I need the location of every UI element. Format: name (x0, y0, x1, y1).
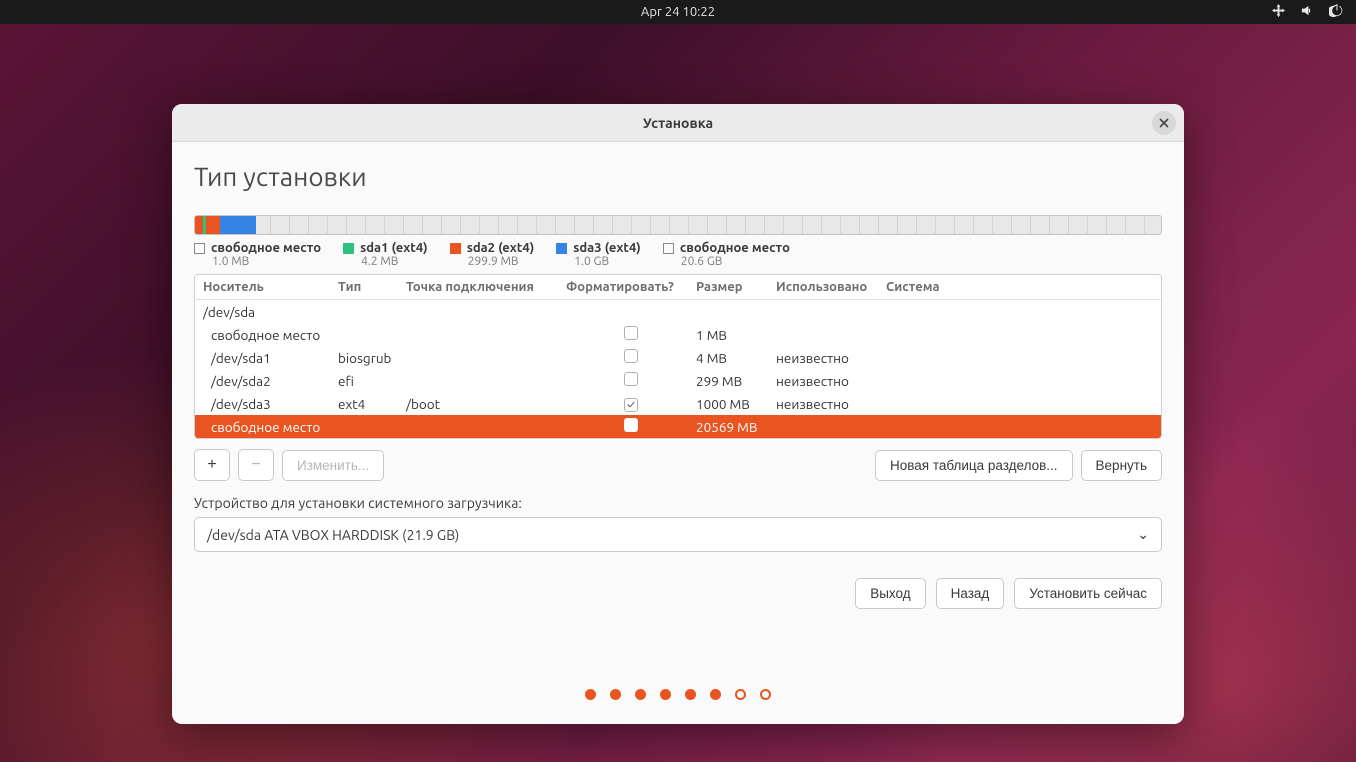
remove-partition-button[interactable]: − (238, 449, 274, 481)
table-row[interactable]: свободное место 1 MB (195, 323, 1161, 346)
bootloader-value: /dev/sda ATA VBOX HARDDISK (21.9 GB) (207, 527, 459, 543)
cell-size: 20569 MB (696, 419, 776, 435)
chevron-down-icon: ⌄ (1137, 526, 1149, 543)
table-row[interactable]: /dev/sda2 efi 299 MB неизвестно (195, 369, 1161, 392)
col-used: Использовано (776, 280, 886, 294)
col-type: Тип (338, 280, 406, 294)
legend-label: sda2 (ext4) (467, 241, 535, 255)
disk-usage-bar (194, 215, 1162, 235)
progress-dot (660, 689, 671, 700)
close-icon (1159, 118, 1169, 128)
legend-item: sda1 (ext4)4.2 MB (343, 241, 428, 268)
close-button[interactable] (1152, 111, 1176, 135)
disk-seg-sda2 (206, 216, 220, 234)
cell-size: 1000 MB (696, 396, 776, 412)
install-now-button[interactable]: Установить сейчас (1014, 578, 1162, 609)
legend-label: свободное место (211, 241, 321, 255)
network-icon[interactable] (1271, 3, 1286, 21)
progress-dot (685, 689, 696, 700)
legend-size: 20.6 GB (681, 255, 790, 268)
cell-device: свободное место (203, 327, 338, 343)
legend-swatch (663, 243, 674, 254)
power-icon[interactable] (1329, 3, 1344, 21)
legend-label: sda3 (ext4) (573, 241, 641, 255)
col-format: Форматировать? (566, 280, 696, 294)
legend-swatch (194, 243, 205, 254)
cell-format-checkbox[interactable]: ✓ (624, 395, 638, 412)
cell-type: efi (338, 373, 406, 389)
disk-seg-free1 (195, 216, 203, 234)
col-system: Система (886, 280, 1153, 294)
new-partition-table-button[interactable]: Новая таблица разделов... (875, 450, 1073, 481)
bootloader-label: Устройство для установки системного загр… (194, 495, 1162, 511)
progress-dot (635, 689, 646, 700)
progress-dot (710, 689, 721, 700)
installer-window: Установка Тип установки свободное место1… (172, 104, 1184, 724)
cell-type: ext4 (338, 396, 406, 412)
cell-size: 4 MB (696, 350, 776, 366)
cell-device: /dev/sda1 (203, 350, 338, 366)
cell-mount: /boot (406, 396, 566, 412)
gnome-topbar: Apr 24 10:22 (0, 0, 1356, 24)
cell-used: неизвестно (776, 373, 886, 389)
disk-legend: свободное место1.0 MBsda1 (ext4)4.2 MBsd… (194, 241, 1162, 268)
legend-item: свободное место1.0 MB (194, 241, 321, 268)
cell-device: /dev/sda2 (203, 373, 338, 389)
legend-swatch (556, 243, 567, 254)
progress-dot (760, 689, 771, 700)
table-header: Носитель Тип Точка подключения Форматиро… (195, 275, 1161, 300)
quit-button[interactable]: Выход (855, 578, 925, 609)
topbar-status-area[interactable] (1271, 3, 1344, 21)
bootloader-device-select[interactable]: /dev/sda ATA VBOX HARDDISK (21.9 GB) ⌄ (194, 517, 1162, 552)
col-mount: Точка подключения (406, 280, 566, 294)
legend-swatch (450, 243, 461, 254)
legend-label: sda1 (ext4) (360, 241, 428, 255)
change-partition-button[interactable]: Изменить... (282, 450, 384, 481)
legend-size: 4.2 MB (361, 255, 428, 268)
progress-dots (194, 689, 1162, 700)
legend-size: 1.0 GB (574, 255, 641, 268)
revert-button[interactable]: Вернуть (1081, 450, 1162, 481)
legend-size: 1.0 MB (212, 255, 321, 268)
cell-format-checkbox[interactable] (624, 418, 638, 435)
progress-dot (585, 689, 596, 700)
cell-used: неизвестно (776, 396, 886, 412)
cell-used: неизвестно (776, 350, 886, 366)
disk-label: /dev/sda (203, 304, 338, 320)
legend-label: свободное место (680, 241, 790, 255)
cell-size: 1 MB (696, 327, 776, 343)
table-row[interactable]: свободное место 20569 MB (195, 415, 1161, 438)
back-button[interactable]: Назад (936, 578, 1005, 609)
partition-toolbar: + − Изменить... Новая таблица разделов..… (194, 449, 1162, 481)
legend-item: sda3 (ext4)1.0 GB (556, 241, 641, 268)
table-row[interactable]: /dev/sda1 biosgrub 4 MB неизвестно (195, 346, 1161, 369)
cell-format-checkbox[interactable] (624, 326, 638, 343)
nav-buttons: Выход Назад Установить сейчас (194, 578, 1162, 609)
progress-dot (735, 689, 746, 700)
cell-type: biosgrub (338, 350, 406, 366)
cell-device: /dev/sda3 (203, 396, 338, 412)
add-partition-button[interactable]: + (194, 449, 230, 481)
disk-seg-sda3 (220, 216, 256, 234)
cell-format-checkbox[interactable] (624, 349, 638, 366)
legend-item: sda2 (ext4)299.9 MB (450, 241, 535, 268)
topbar-datetime[interactable]: Apr 24 10:22 (641, 5, 715, 19)
col-size: Размер (696, 280, 776, 294)
table-row[interactable]: /dev/sda3 ext4 /boot ✓ 1000 MB неизвестн… (195, 392, 1161, 415)
cell-format-checkbox[interactable] (624, 372, 638, 389)
cell-device: свободное место (203, 419, 338, 435)
page-title: Тип установки (194, 162, 1162, 191)
legend-size: 299.9 MB (468, 255, 535, 268)
partition-table[interactable]: Носитель Тип Точка подключения Форматиро… (194, 274, 1162, 439)
volume-icon[interactable] (1300, 3, 1315, 21)
progress-dot (610, 689, 621, 700)
window-title: Установка (643, 115, 713, 131)
col-device: Носитель (203, 280, 338, 294)
titlebar: Установка (172, 104, 1184, 142)
legend-item: свободное место20.6 GB (663, 241, 790, 268)
cell-size: 299 MB (696, 373, 776, 389)
legend-swatch (343, 243, 354, 254)
table-disk-row[interactable]: /dev/sda (195, 300, 1161, 323)
